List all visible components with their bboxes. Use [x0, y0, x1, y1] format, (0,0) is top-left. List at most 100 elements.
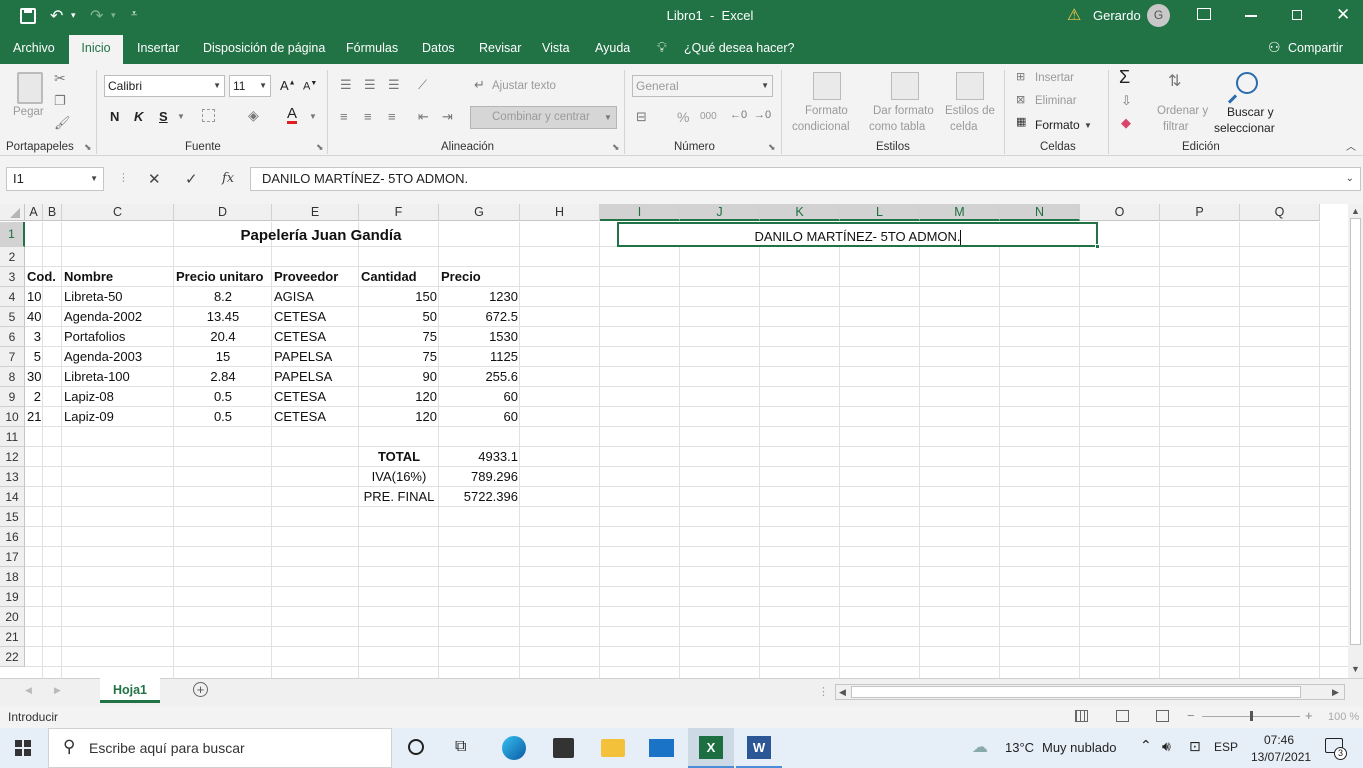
- format-cells-icon[interactable]: ▦: [1016, 117, 1026, 128]
- language-indicator[interactable]: ESP: [1214, 740, 1238, 754]
- total-label[interactable]: PRE. FINAL: [361, 487, 437, 507]
- table-header[interactable]: Precio unitaro: [176, 267, 270, 287]
- column-header-l[interactable]: L: [840, 204, 920, 221]
- table-cell[interactable]: PAPELSA: [274, 347, 357, 367]
- clock-date[interactable]: 13/07/2021: [1251, 750, 1311, 764]
- format-cells-button[interactable]: Formato: [1035, 118, 1080, 132]
- column-header-f[interactable]: F: [359, 204, 439, 221]
- scroll-right-icon[interactable]: ▶: [1332, 687, 1339, 698]
- row-header-18[interactable]: 18: [0, 567, 25, 587]
- scroll-thumb[interactable]: [1350, 218, 1361, 645]
- table-cell[interactable]: Libreta-100: [64, 367, 172, 387]
- column-header-e[interactable]: E: [272, 204, 359, 221]
- tab-split-handle[interactable]: ⋮: [818, 685, 829, 698]
- redo-icon[interactable]: ↷: [90, 6, 103, 26]
- lightbulb-icon[interactable]: 💡︎: [657, 39, 667, 56]
- table-header[interactable]: Cod.: [27, 267, 56, 287]
- table-cell[interactable]: 2: [27, 387, 41, 407]
- zoom-out-icon[interactable]: −: [1187, 708, 1195, 723]
- scroll-up-icon[interactable]: ▲: [1351, 206, 1360, 216]
- tab-archivo[interactable]: Archivo: [13, 41, 55, 55]
- increase-indent-icon[interactable]: ⇥: [442, 110, 453, 123]
- weather-desc[interactable]: Muy nublado: [1042, 740, 1116, 755]
- table-cell[interactable]: 120: [361, 387, 437, 407]
- clear-icon[interactable]: ◆: [1121, 116, 1131, 129]
- table-cell[interactable]: 30: [27, 367, 41, 387]
- row-header-12[interactable]: 12: [0, 447, 25, 467]
- number-launcher-icon[interactable]: ⬊: [768, 143, 776, 152]
- table-header[interactable]: Nombre: [64, 267, 172, 287]
- tab-revisar[interactable]: Revisar: [479, 41, 521, 55]
- zoom-level[interactable]: 100 %: [1328, 711, 1359, 723]
- network-icon[interactable]: ⊡: [1189, 738, 1201, 755]
- sheet-title[interactable]: Papelería Juan Gandía: [25, 226, 617, 246]
- vertical-scrollbar[interactable]: ▲ ▼: [1348, 204, 1363, 678]
- cell-styles-button[interactable]: Estilos de: [945, 105, 995, 117]
- increase-font-icon[interactable]: A▲: [280, 78, 296, 93]
- user-name[interactable]: Gerardo: [1093, 8, 1141, 23]
- increase-decimal-icon[interactable]: ←0: [730, 110, 747, 121]
- row-header-20[interactable]: 20: [0, 607, 25, 627]
- conditional-format-button-2[interactable]: condicional: [792, 121, 850, 133]
- tab-disposicion[interactable]: Disposición de página: [203, 41, 325, 55]
- table-cell[interactable]: PAPELSA: [274, 367, 357, 387]
- customize-qat-icon[interactable]: ⩡: [131, 8, 137, 21]
- table-cell[interactable]: 2.84: [176, 367, 270, 387]
- cell-styles-icon[interactable]: [956, 72, 984, 100]
- decrease-decimal-icon[interactable]: →0: [754, 110, 771, 121]
- column-header-q[interactable]: Q: [1240, 204, 1320, 221]
- find-select-button-2[interactable]: seleccionar: [1214, 121, 1275, 135]
- column-header-a[interactable]: A: [25, 204, 43, 221]
- column-header-j[interactable]: J: [680, 204, 760, 221]
- table-cell[interactable]: Libreta-50: [64, 287, 172, 307]
- table-cell[interactable]: CETESA: [274, 387, 357, 407]
- row-header-22[interactable]: 22: [0, 647, 25, 667]
- sort-filter-button-2[interactable]: filtrar: [1163, 121, 1189, 133]
- insert-cells-button[interactable]: Insertar: [1035, 72, 1074, 84]
- row-header-15[interactable]: 15: [0, 507, 25, 527]
- delete-cells-icon[interactable]: ⊠: [1016, 95, 1025, 106]
- sort-filter-button[interactable]: Ordenar y: [1157, 105, 1208, 117]
- table-cell[interactable]: 672.5: [441, 307, 518, 327]
- next-sheet-icon[interactable]: ▶: [54, 685, 61, 696]
- table-cell[interactable]: 21: [27, 407, 41, 427]
- weather-temp[interactable]: 13°C: [1005, 740, 1034, 755]
- font-name-combo[interactable]: Calibri ▼: [104, 75, 225, 97]
- hscroll-thumb[interactable]: [851, 686, 1301, 698]
- column-header-m[interactable]: M: [920, 204, 1000, 221]
- font-color-dropdown-icon[interactable]: ▼: [309, 113, 317, 121]
- format-table-button-2[interactable]: como tabla: [869, 121, 925, 133]
- align-top-icon[interactable]: ☰: [340, 78, 352, 91]
- column-header-i[interactable]: I: [600, 204, 680, 221]
- format-painter-icon[interactable]: 🖌︎: [54, 116, 71, 129]
- column-header-d[interactable]: D: [174, 204, 272, 221]
- alignment-launcher-icon[interactable]: ⬊: [612, 143, 620, 152]
- table-header[interactable]: Proveedor: [274, 267, 357, 287]
- row-header-17[interactable]: 17: [0, 547, 25, 567]
- row-header-21[interactable]: 21: [0, 627, 25, 647]
- row-header-2[interactable]: 2: [0, 247, 25, 267]
- find-select-button[interactable]: Buscar y: [1227, 105, 1274, 119]
- total-value[interactable]: 789.296: [441, 467, 518, 487]
- font-launcher-icon[interactable]: ⬊: [316, 143, 324, 152]
- zoom-slider-thumb[interactable]: [1250, 711, 1253, 721]
- zoom-in-icon[interactable]: +: [1305, 708, 1313, 723]
- row-header-8[interactable]: 8: [0, 367, 25, 387]
- total-label[interactable]: IVA(16%): [361, 467, 437, 487]
- table-cell[interactable]: 90: [361, 367, 437, 387]
- table-cell[interactable]: 13.45: [176, 307, 270, 327]
- copy-icon[interactable]: ❐: [54, 94, 66, 107]
- person-icon[interactable]: ⚇: [1268, 39, 1281, 56]
- number-format-combo[interactable]: General ▼: [632, 75, 773, 97]
- table-cell[interactable]: AGISA: [274, 287, 357, 307]
- insert-cells-icon[interactable]: ⊞: [1016, 72, 1025, 83]
- close-icon[interactable]: ✕: [1336, 5, 1350, 25]
- accounting-format-icon[interactable]: ⊟: [636, 110, 647, 123]
- expand-formula-icon[interactable]: ⌄: [1346, 168, 1354, 190]
- mail-icon[interactable]: [649, 739, 674, 757]
- font-color-icon[interactable]: A: [287, 106, 298, 124]
- table-cell[interactable]: 0.5: [176, 387, 270, 407]
- wrap-text-icon[interactable]: ↵: [474, 78, 485, 91]
- table-cell[interactable]: 60: [441, 387, 518, 407]
- minimize-icon[interactable]: [1245, 15, 1257, 17]
